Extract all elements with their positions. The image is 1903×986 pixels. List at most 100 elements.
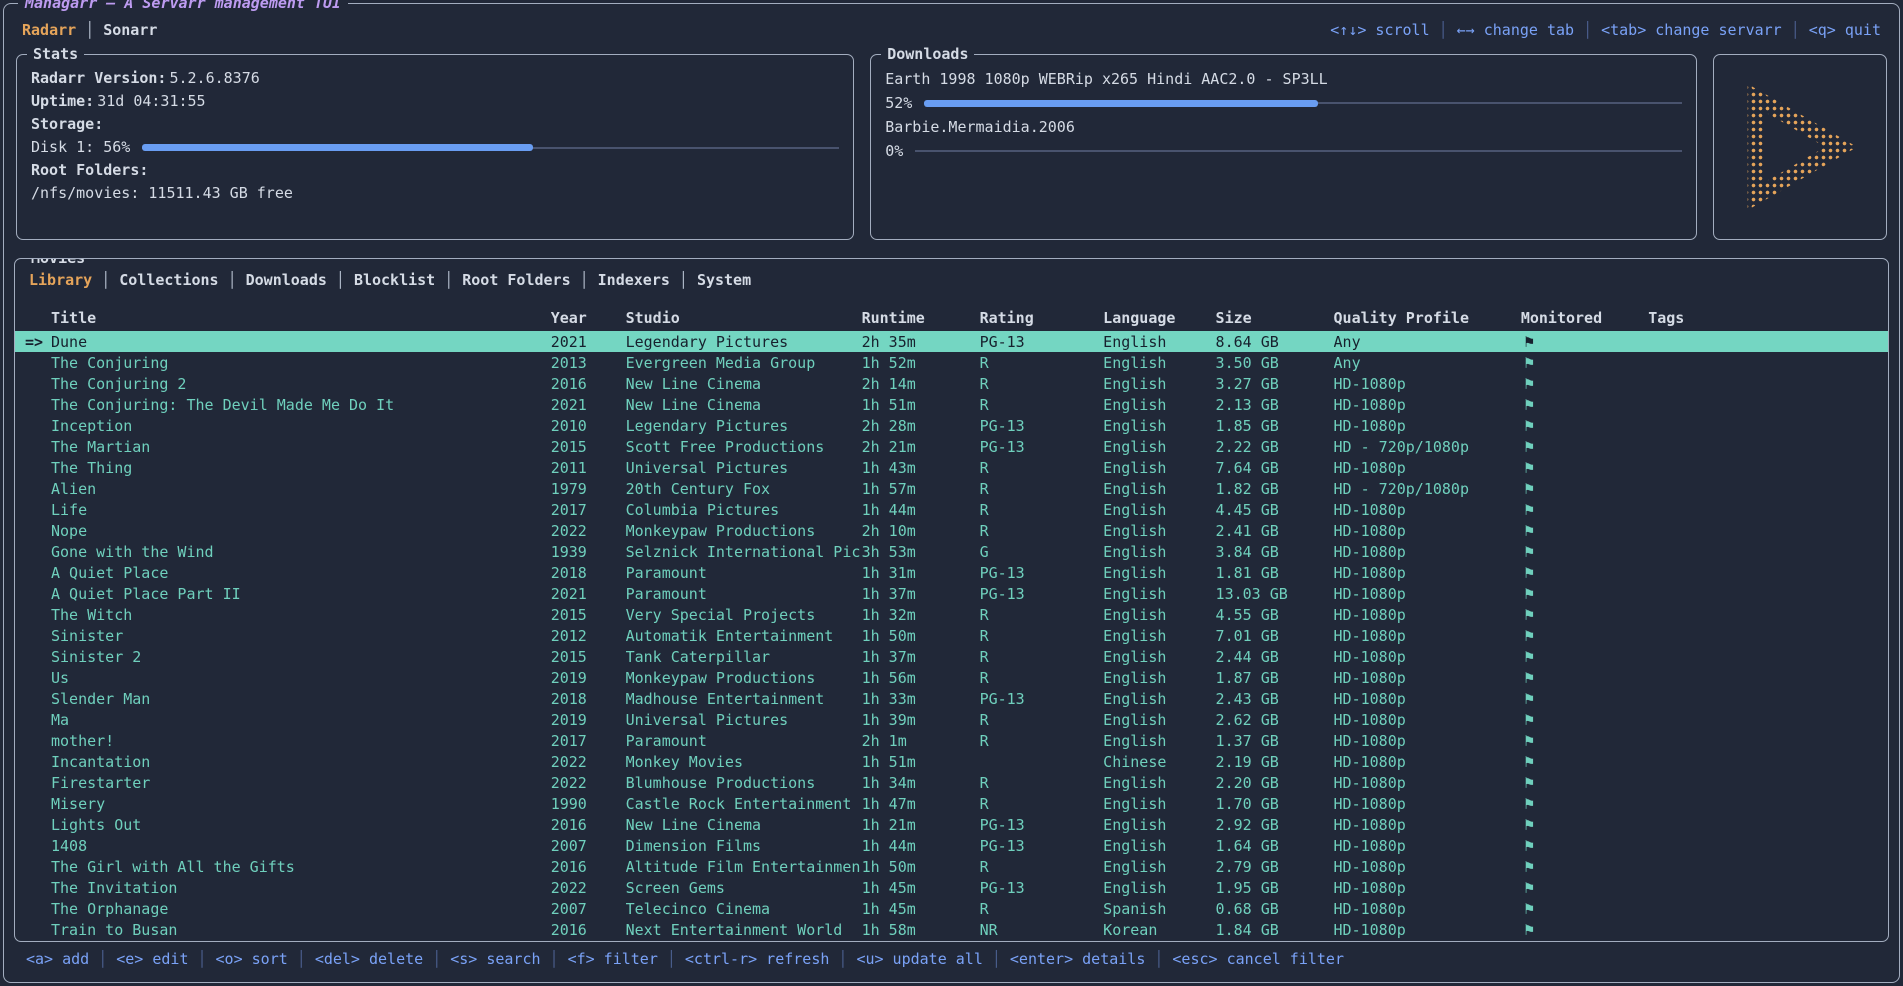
monitored-icon: ⚑ [1521, 881, 1536, 897]
tab-sonarr[interactable]: Sonarr [103, 21, 157, 39]
table-row[interactable]: A Quiet Place2018Paramount1h 31mPG-13Eng… [15, 562, 1888, 583]
table-row[interactable]: The Thing2011Universal Pictures1h 43mREn… [15, 457, 1888, 478]
table-row[interactable]: Incantation2022Monkey Movies1h 51mChines… [15, 751, 1888, 772]
movies-tab-root-folders[interactable]: Root Folders [462, 271, 570, 289]
table-row[interactable]: Us2019Monkeypaw Productions1h 56mREnglis… [15, 667, 1888, 688]
movie-runtime: 1h 50m [862, 625, 980, 646]
separator: │ [444, 271, 453, 289]
movie-rating: R [980, 646, 1104, 667]
movie-quality: HD-1080p [1334, 919, 1521, 940]
table-row[interactable]: Misery1990Castle Rock Entertainment1h 47… [15, 793, 1888, 814]
table-row[interactable]: Sinister2012Automatik Entertainment1h 50… [15, 625, 1888, 646]
movie-title-cell: Sinister 2 [15, 646, 551, 667]
movie-rating: R [980, 604, 1104, 625]
table-row[interactable]: Nope2022Monkeypaw Productions2h 10mREngl… [15, 520, 1888, 541]
movie-studio: Legendary Pictures [626, 331, 862, 352]
movie-studio: Blumhouse Productions [626, 772, 862, 793]
movie-studio: 20th Century Fox [626, 478, 862, 499]
movie-studio: Evergreen Media Group [626, 352, 862, 373]
movies-tab-downloads[interactable]: Downloads [246, 271, 327, 289]
keybinding-hint: <ctrl-r> refresh [685, 950, 830, 968]
movies-tab-collections[interactable]: Collections [119, 271, 218, 289]
table-row[interactable]: The Conjuring2013Evergreen Media Group1h… [15, 352, 1888, 373]
table-row[interactable]: The Invitation2022Screen Gems1h 45mPG-13… [15, 877, 1888, 898]
table-row[interactable]: Alien197920th Century Fox1h 57mREnglish1… [15, 478, 1888, 499]
movie-tags [1648, 919, 1888, 940]
column-header-size: Size [1216, 305, 1334, 331]
monitored-icon: ⚑ [1521, 335, 1536, 351]
movies-tab-library[interactable]: Library [29, 271, 92, 289]
movie-title: Ma [51, 711, 69, 729]
column-header-tags: Tags [1648, 305, 1888, 331]
movie-language: English [1103, 352, 1215, 373]
movie-size: 2.62 GB [1216, 709, 1334, 730]
movie-monitored: ⚑ [1521, 814, 1648, 835]
movie-monitored: ⚑ [1521, 919, 1648, 940]
movie-tags [1648, 898, 1888, 919]
movies-tab-blocklist[interactable]: Blocklist [354, 271, 435, 289]
separator: │ [101, 271, 110, 289]
movie-language: English [1103, 457, 1215, 478]
movie-monitored: ⚑ [1521, 331, 1648, 352]
movie-runtime: 2h 10m [862, 520, 980, 541]
movie-tags [1648, 415, 1888, 436]
table-row[interactable]: The Orphanage2007Telecinco Cinema1h 45mR… [15, 898, 1888, 919]
movie-monitored: ⚑ [1521, 877, 1648, 898]
table-row[interactable]: Slender Man2018Madhouse Entertainment1h … [15, 688, 1888, 709]
table-row[interactable]: The Conjuring: The Devil Made Me Do It20… [15, 394, 1888, 415]
column-header-rating: Rating [980, 305, 1104, 331]
movie-tags [1648, 856, 1888, 877]
movie-monitored: ⚑ [1521, 352, 1648, 373]
movie-rating: PG-13 [980, 415, 1104, 436]
movie-title-cell: Inception [15, 415, 551, 436]
separator: │ [336, 271, 345, 289]
table-row[interactable]: Sinister 22015Tank Caterpillar1h 37mREng… [15, 646, 1888, 667]
table-row[interactable]: Inception2010Legendary Pictures2h 28mPG-… [15, 415, 1888, 436]
table-row[interactable]: Lights Out2016New Line Cinema1h 21mPG-13… [15, 814, 1888, 835]
table-row[interactable]: Gone with the Wind1939Selznick Internati… [15, 541, 1888, 562]
movie-title-cell: The Invitation [15, 877, 551, 898]
table-row[interactable]: Train to Busan2016Next Entertainment Wor… [15, 919, 1888, 940]
movie-language: English [1103, 646, 1215, 667]
footer-help: <a> add│<e> edit│<o> sort│<del> delete│<… [14, 944, 1889, 974]
table-row[interactable]: A Quiet Place Part II2021Paramount1h 37m… [15, 583, 1888, 604]
download-name: Barbie.Mermaidia.2006 [885, 115, 1682, 139]
movie-monitored: ⚑ [1521, 478, 1648, 499]
movie-language: English [1103, 667, 1215, 688]
table-row[interactable]: The Conjuring 22016New Line Cinema2h 14m… [15, 373, 1888, 394]
movie-size: 3.27 GB [1216, 373, 1334, 394]
movie-rating: PG-13 [980, 877, 1104, 898]
movies-tab-system[interactable]: System [697, 271, 751, 289]
monitored-icon: ⚑ [1521, 587, 1536, 603]
movie-runtime: 1h 37m [862, 583, 980, 604]
movie-tags [1648, 373, 1888, 394]
table-row[interactable]: =>Dune2021Legendary Pictures2h 35mPG-13E… [15, 331, 1888, 352]
table-row[interactable]: Ma2019Universal Pictures1h 39mREnglish2.… [15, 709, 1888, 730]
movie-year: 2015 [551, 646, 626, 667]
download-progress-bar [924, 100, 1682, 107]
movie-title-cell: Train to Busan [15, 919, 551, 940]
table-row[interactable]: The Witch2015Very Special Projects1h 32m… [15, 604, 1888, 625]
movie-rating: R [980, 793, 1104, 814]
keybinding-hint: ←→ change tab [1457, 21, 1574, 39]
table-row[interactable]: Life2017Columbia Pictures1h 44mREnglish4… [15, 499, 1888, 520]
tab-radarr[interactable]: Radarr [22, 21, 76, 39]
movie-title-cell: The Conjuring: The Devil Made Me Do It [15, 394, 551, 415]
movie-title-cell: Slender Man [15, 688, 551, 709]
movie-rating: R [980, 499, 1104, 520]
table-row[interactable]: The Martian2015Scott Free Productions2h … [15, 436, 1888, 457]
movie-studio: Legendary Pictures [626, 415, 862, 436]
version-value: 5.2.6.8376 [169, 69, 259, 87]
table-row[interactable]: 14082007Dimension Films1h 44mPG-13Englis… [15, 835, 1888, 856]
movie-rating: NR [980, 919, 1104, 940]
table-row[interactable]: Firestarter2022Blumhouse Productions1h 3… [15, 772, 1888, 793]
table-row[interactable]: The Girl with All the Gifts2016Altitude … [15, 856, 1888, 877]
movies-tab-indexers[interactable]: Indexers [598, 271, 670, 289]
column-header-language: Language [1103, 305, 1215, 331]
movie-quality: HD-1080p [1334, 541, 1521, 562]
table-row[interactable]: mother!2017Paramount2h 1mREnglish1.37 GB… [15, 730, 1888, 751]
movie-title-cell: Alien [15, 478, 551, 499]
movie-year: 2016 [551, 919, 626, 940]
movie-title-cell: The Orphanage [15, 898, 551, 919]
monitored-icon: ⚑ [1521, 734, 1536, 750]
